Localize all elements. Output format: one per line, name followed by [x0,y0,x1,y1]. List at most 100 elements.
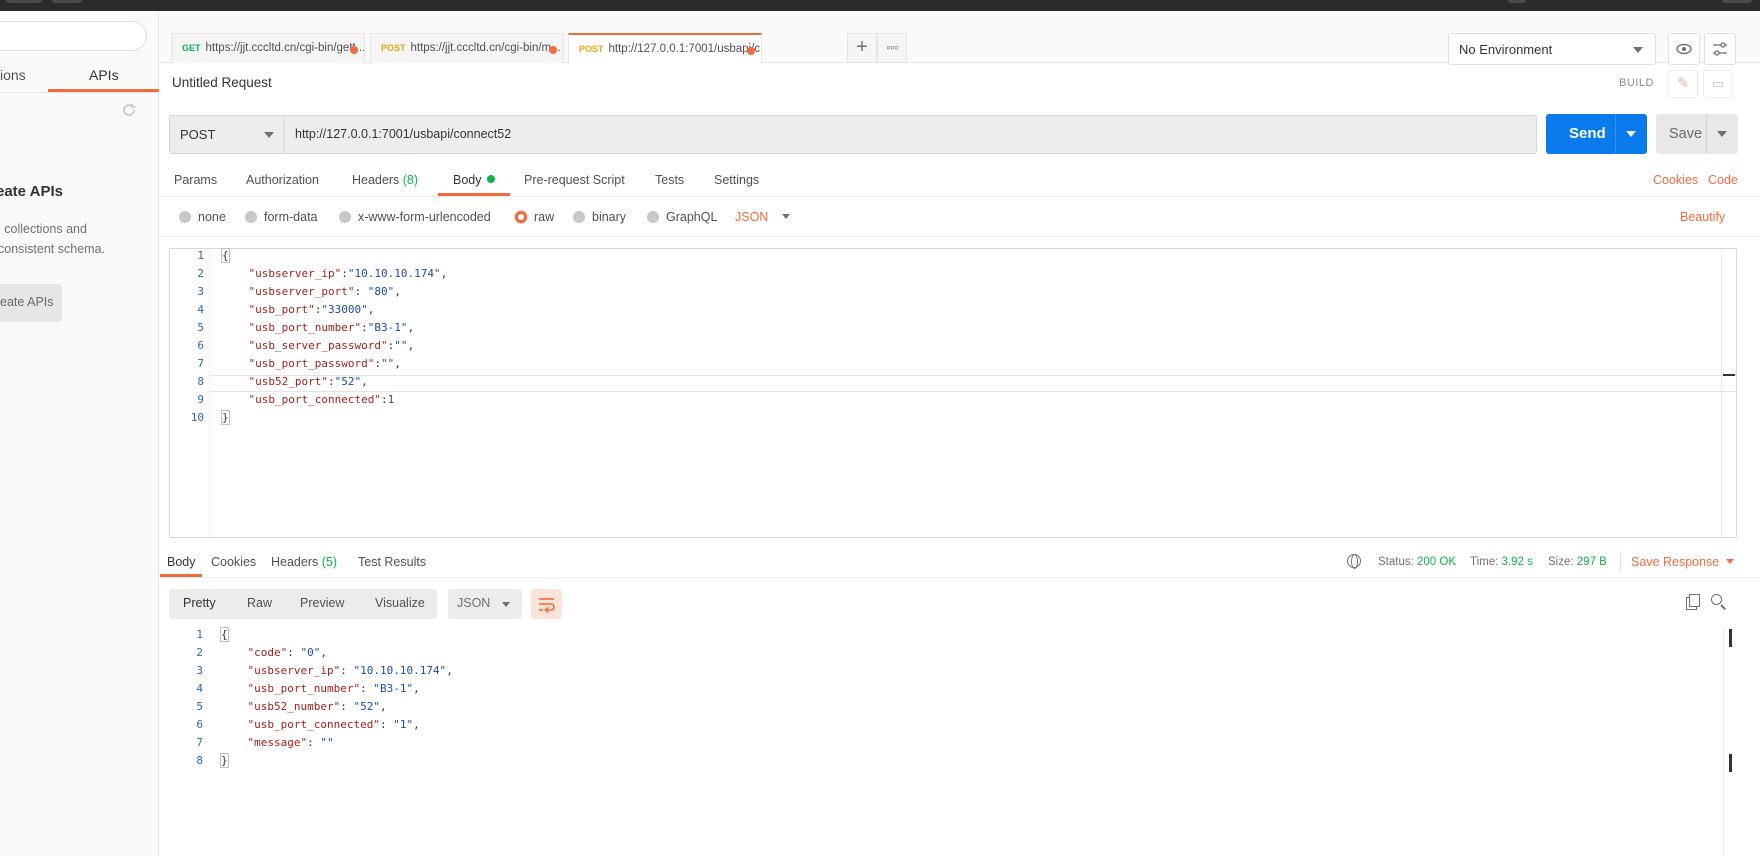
code-line: 5 "usb52_number": "52", [169,700,1725,718]
avatar[interactable] [1508,0,1526,3]
request-body-editor[interactable]: 1{2 "usbserver_ip":"10.10.10.174", 3 "usb… [169,248,1737,538]
code-line: 2 "usbserver_ip":"10.10.10.174", [170,267,1736,285]
code-text: "usb52_port":"52", [248,375,368,388]
window-control[interactable] [1722,0,1752,3]
globe-icon[interactable] [1347,554,1361,569]
code-text: "usb_port_number":"B3-1", [248,321,415,334]
request-tab[interactable]: POST https://jjt.cccltd.cn/cgi-bin/m... [370,33,564,63]
request-tab-active[interactable]: POST http://127.0.0.1:7001/usbapi/c... [568,33,762,64]
line-number: 5 [197,321,204,334]
copy-icon[interactable] [1686,594,1700,610]
view-pretty-button[interactable]: Pretty [183,596,216,610]
body-option-graphql[interactable]: GraphQL [647,210,717,224]
tab-params[interactable]: Params [174,173,217,187]
code-line: 4 "usb_port_number": "B3-1", [169,682,1725,700]
more-tabs-icon[interactable]: ◦◦◦ [877,33,907,63]
divider [160,196,1760,197]
sidebar-tab-apis[interactable]: APIs [89,67,119,83]
save-options-chevron-icon[interactable] [1717,131,1727,137]
response-body-viewer[interactable]: 1{2 "code": "0", 3 "usbserver_ip": "10.10… [169,627,1725,856]
tab-authorization[interactable]: Authorization [246,173,319,187]
body-option-form-data[interactable]: form-data [245,210,318,224]
http-method-select[interactable]: POST [170,116,285,153]
comment-icon[interactable]: ▭ [1703,70,1733,98]
pencil-icon[interactable]: ✎ [1668,70,1698,98]
beautify-link[interactable]: Beautify [1680,210,1725,224]
window-control[interactable] [52,0,82,3]
tab-method: GET [182,43,201,53]
json-key: "usb52_number" [247,700,341,713]
manage-environments-button[interactable] [1704,33,1736,65]
environment-select[interactable]: No Environment [1448,33,1656,65]
line-number: 1 [196,628,203,641]
sidebar-tab-collections[interactable]: ions [0,67,26,83]
code-line: 10} [170,410,1736,429]
tab-settings[interactable]: Settings [714,173,759,187]
body-option-label: x-www-form-urlencoded [358,210,491,224]
view-visualize-button[interactable]: Visualize [375,596,425,610]
size-value: 297 B [1576,556,1607,568]
json-key: "usb_port_password" [248,357,375,370]
save-response-button[interactable]: Save Response [1631,555,1735,569]
environment-quick-look-button[interactable] [1668,33,1700,65]
body-option-raw[interactable]: raw [515,210,554,224]
tab-body[interactable]: Body [453,173,495,187]
cookies-link[interactable]: Cookies [1653,173,1698,187]
body-option-label: binary [592,210,627,224]
json-value: "80" [367,285,395,298]
body-option-label: GraphQL [666,210,718,224]
tab-headers[interactable]: Headers (8) [352,173,418,187]
new-tab-plus-icon[interactable]: + [847,33,877,63]
create-apis-button[interactable]: eate APIs [0,284,62,322]
response-headers-count: (5) [321,555,338,569]
line-number: 6 [197,339,204,352]
line-number: 8 [196,754,203,767]
tab-tests[interactable]: Tests [655,173,684,187]
response-format-select[interactable]: JSON [448,589,522,619]
headers-count: (8) [402,173,419,187]
request-title[interactable]: Untitled Request [172,75,272,90]
url-bar: POST http://127.0.0.1:7001/usbapi/connec… [169,115,1537,154]
response-tab-cookies[interactable]: Cookies [211,555,256,569]
radio-icon [339,211,351,223]
send-options-chevron-icon[interactable] [1626,131,1636,137]
save-button[interactable]: Save [1656,114,1738,154]
radio-icon [245,211,257,223]
eye-icon [1676,43,1692,55]
response-tab-headers[interactable]: Headers (5) [271,555,337,569]
wrap-lines-button[interactable] [531,589,562,619]
response-tab-test-results[interactable]: Test Results [358,555,426,569]
code-text: "usb_server_password":"", [248,339,415,352]
search-icon[interactable] [1711,594,1727,610]
tab-prerequest-script[interactable]: Pre-request Script [524,173,625,187]
code-link[interactable]: Code [1708,173,1738,187]
request-tab[interactable]: GET https://jjt.cccltd.cn/cgi-bin/gett... [171,33,365,63]
view-preview-button[interactable]: Preview [300,596,344,610]
tab-url: https://jjt.cccltd.cn/cgi-bin/m... [410,42,561,54]
scrollbar-marker [1729,629,1732,647]
code-text: "code": "0", [247,646,328,659]
json-value: "" [380,357,395,370]
refresh-icon[interactable] [121,102,139,120]
wrap-lines-icon [539,598,555,614]
send-button[interactable]: Send [1546,114,1647,154]
sidebar-tab-indicator [48,89,159,92]
json-key: "usb_server_password" [248,339,388,352]
body-option-urlencoded[interactable]: x-www-form-urlencoded [339,210,491,224]
window-control[interactable] [6,0,42,3]
brace: { [221,248,230,263]
json-key: "usbserver_ip" [248,267,342,280]
url-input[interactable]: http://127.0.0.1:7001/usbapi/connect52 [295,127,511,141]
body-option-binary[interactable]: binary [573,210,626,224]
line-number: 3 [197,285,204,298]
sidebar-search-input[interactable] [0,21,147,51]
save-divider [1706,114,1707,154]
time-label: Time: [1470,556,1499,568]
body-format-select[interactable]: JSON [735,210,791,224]
code-line: 8 "usb52_port":"52", [170,375,1736,393]
body-option-none[interactable]: none [179,210,226,224]
response-tab-body[interactable]: Body [167,555,196,569]
view-raw-button[interactable]: Raw [247,596,272,610]
code-line: 7 "message": "" [169,736,1725,754]
response-scrollbar[interactable] [1723,629,1737,856]
